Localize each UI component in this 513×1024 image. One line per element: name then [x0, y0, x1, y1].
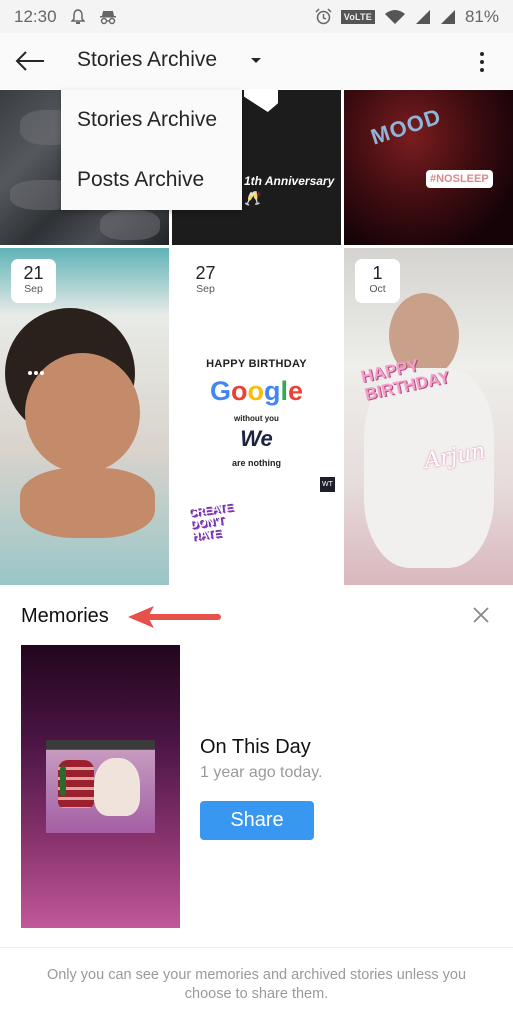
- story-caption: MOOD: [367, 103, 445, 150]
- status-bar: 12:30 VoLTE 81%: [0, 0, 513, 33]
- page-title[interactable]: Stories Archive: [77, 48, 217, 72]
- memory-photo: [46, 740, 155, 833]
- share-button[interactable]: Share: [200, 801, 314, 840]
- divider: [0, 947, 513, 948]
- date-badge: 1 Oct: [355, 259, 400, 303]
- annotation-arrow-icon: [128, 606, 221, 628]
- alarm-icon: [315, 8, 332, 25]
- privacy-note: Only you can see your memories and archi…: [46, 967, 467, 1002]
- signal-icon-2: [440, 9, 456, 25]
- back-button[interactable]: [14, 47, 46, 75]
- story-tile[interactable]: 1 Oct HAPPY BIRTHDAY Arjun: [344, 248, 513, 585]
- caret-down-icon[interactable]: [251, 58, 261, 63]
- menu-item-posts-archive[interactable]: Posts Archive: [61, 150, 242, 210]
- close-icon: [473, 607, 489, 623]
- wt-logo: WT: [320, 477, 335, 492]
- date-badge: 27 Sep: [195, 263, 216, 295]
- memories-title: Memories: [21, 605, 109, 627]
- more-vertical-icon-dot: [480, 68, 484, 72]
- notification-bell-icon: [70, 8, 85, 25]
- champagne-icon: 🥂: [244, 190, 262, 206]
- date-badge: 21 Sep: [11, 259, 56, 303]
- story-tile[interactable]: 21 Sep: [0, 248, 169, 585]
- app-bar: Stories Archive: [0, 33, 513, 89]
- status-time: 12:30: [14, 6, 57, 26]
- memory-subtitle: 1 year ago today.: [200, 764, 323, 781]
- more-vertical-icon-dot: [480, 60, 484, 64]
- archive-dropdown-menu: Stories Archive Posts Archive: [61, 90, 242, 210]
- incognito-icon: [99, 9, 117, 25]
- more-horizontal-icon: [28, 371, 44, 375]
- memory-thumbnail[interactable]: [21, 645, 180, 928]
- sticker-text: CREATE DON'T HATE: [187, 501, 234, 543]
- close-button[interactable]: [471, 605, 491, 625]
- more-options-button[interactable]: [472, 49, 492, 75]
- wifi-icon: [384, 9, 406, 25]
- signal-icon-1: [415, 9, 431, 25]
- story-tag: #NOSLEEP: [426, 170, 493, 188]
- memories-section: Memories On This Day 1 year ago today. S…: [0, 585, 513, 948]
- story-caption: 1th Anniversary: [244, 174, 335, 188]
- google-wordmark: Google: [209, 376, 304, 406]
- battery-level: 81%: [464, 6, 499, 26]
- menu-item-stories-archive[interactable]: Stories Archive: [61, 90, 242, 150]
- more-vertical-icon-dot: [480, 52, 484, 56]
- story-tile[interactable]: MOOD #NOSLEEP: [344, 90, 513, 245]
- arrow-left-icon: [15, 51, 44, 71]
- story-tile[interactable]: 27 Sep HAPPY BIRTHDAY Google without you…: [172, 248, 341, 585]
- volte-badge: VoLTE: [340, 9, 375, 24]
- memory-heading: On This Day: [200, 736, 311, 758]
